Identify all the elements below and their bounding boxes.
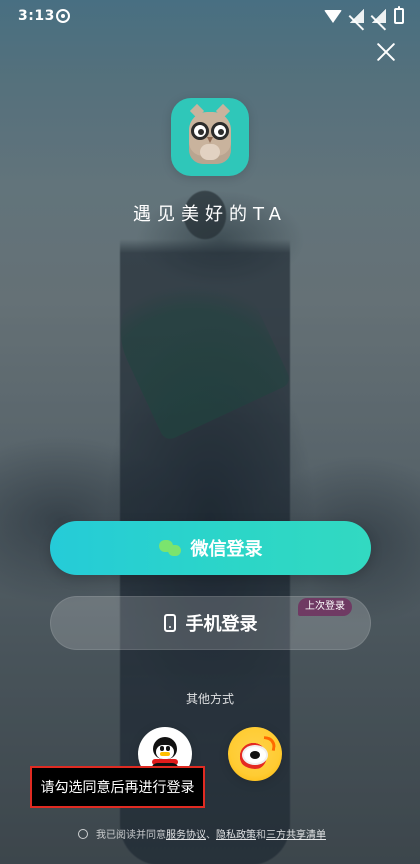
- phone-icon: [163, 614, 176, 632]
- wechat-login-label: 微信登录: [190, 539, 263, 560]
- signal-off-icon: [350, 9, 364, 23]
- wechat-login-button[interactable]: 微信登录: [50, 521, 371, 575]
- weibo-login-button[interactable]: [228, 727, 282, 781]
- owl-belly: [200, 144, 220, 160]
- weibo-pupil: [250, 751, 260, 759]
- status-app-icon: [56, 9, 70, 23]
- owl-beak: [207, 137, 213, 143]
- login-screen: 3:13 遇见美好的TA 微信登录 手机登录 上次登录 其他方式 请勾选同意后再…: [0, 0, 420, 864]
- agreement-prefix: 我已阅读并同意: [96, 830, 166, 841]
- agreement-row: 我已阅读并同意 服务协议 、 隐私政策 和 三方共享清单: [78, 826, 326, 841]
- qq-beak: [160, 752, 170, 756]
- qq-eye-left: [160, 746, 164, 751]
- agreement-separator: 、: [206, 830, 216, 841]
- close-icon[interactable]: [374, 40, 398, 64]
- qq-eye-right: [166, 746, 170, 751]
- other-methods-label: 其他方式: [185, 692, 234, 706]
- last-login-badge: 上次登录: [298, 598, 352, 616]
- owl-ear-left: [189, 103, 205, 119]
- privacy-policy-link[interactable]: 隐私政策: [216, 826, 256, 841]
- wechat-icon: [158, 539, 181, 557]
- wifi-icon: [324, 9, 342, 23]
- service-agreement-link[interactable]: 服务协议: [166, 826, 206, 841]
- owl-logo-icon: [189, 103, 231, 164]
- app-tagline: 遇见美好的TA: [133, 204, 287, 225]
- consent-toast: 请勾选同意后再进行登录: [30, 766, 205, 808]
- owl-eye-right: [211, 122, 229, 140]
- weibo-arc: [261, 735, 278, 752]
- signal-off-icon-2: [372, 9, 386, 23]
- status-bar: 3:13: [0, 0, 420, 34]
- owl-ear-right: [215, 103, 231, 119]
- agreement-and: 和: [256, 830, 266, 841]
- agreement-checkbox[interactable]: [78, 828, 88, 839]
- app-logo: [171, 98, 249, 176]
- status-time: 3:13: [18, 8, 55, 24]
- phone-login-label: 手机登录: [185, 614, 258, 635]
- status-icons: [324, 6, 404, 24]
- third-party-sharing-link[interactable]: 三方共享清单: [266, 826, 326, 841]
- battery-icon: [394, 6, 404, 24]
